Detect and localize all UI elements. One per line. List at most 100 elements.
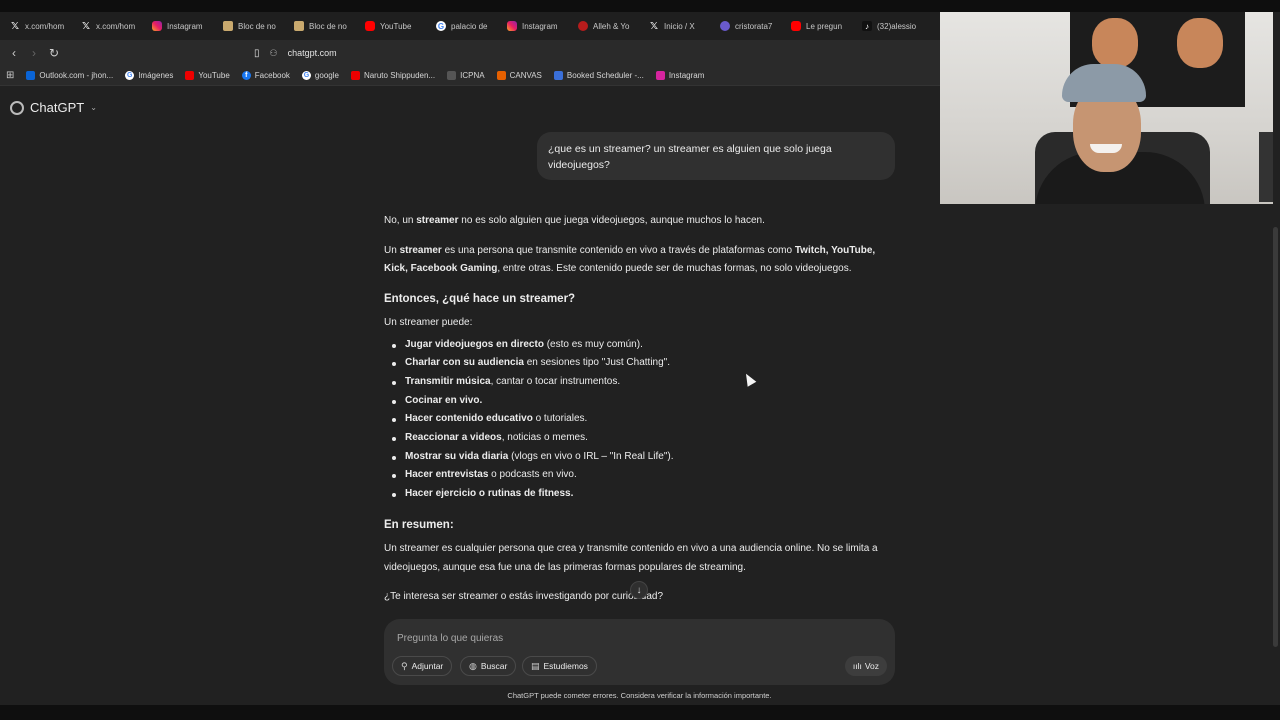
search-button[interactable]: ◍ Buscar <box>460 656 517 676</box>
tab-label: Bloc de no <box>238 21 276 31</box>
icpna-icon <box>447 71 457 80</box>
webcam-overlay <box>940 12 1273 204</box>
app-name: ChatGPT <box>30 100 85 115</box>
bookmark-item[interactable]: ICPNA <box>447 71 485 80</box>
voice-button[interactable]: ıılı Voz <box>844 656 887 676</box>
list-item: Reaccionar a videos, noticias o memes. <box>384 429 879 448</box>
bookmark-item[interactable]: CANVAS <box>496 71 542 80</box>
openai-logo-icon <box>10 100 24 115</box>
list-item: Jugar videojuegos en directo (esto es mu… <box>384 336 879 355</box>
browser-tab[interactable]: Instagram <box>501 12 572 40</box>
window-top-strip <box>0 0 1280 12</box>
youtube-icon <box>791 21 801 31</box>
bookmark-label: Instagram <box>668 71 705 80</box>
bookmark-label: Booked Scheduler -... <box>566 71 644 80</box>
list-item: Hacer entrevistas o podcasts en vivo. <box>384 466 879 485</box>
browser-tab[interactable]: Instagram <box>146 12 217 40</box>
site-info-icon[interactable]: ⚇ <box>270 48 278 59</box>
bookmark-item[interactable]: Instagram <box>655 71 705 80</box>
tab-strip: 𝕏x.com/hom 𝕏x.com/hom Instagram Bloc de no B… <box>0 12 940 40</box>
bookmark-label: ICPNA <box>460 71 485 80</box>
browser-tab[interactable]: 𝕏x.com/hom <box>4 12 75 40</box>
bookmark-item[interactable]: G Imágenes <box>125 71 173 80</box>
reload-button[interactable]: ↻ <box>44 43 64 63</box>
browser-tab[interactable]: ♪ (32)alessio <box>856 12 927 40</box>
browser-tab[interactable]: Le pregun <box>785 12 856 40</box>
google-icon: G <box>436 21 446 31</box>
tab-label: cristorata7 <box>735 21 773 31</box>
note-icon <box>223 21 233 31</box>
apps-icon[interactable]: ⊞ <box>6 70 14 81</box>
tab-label: (32)alessio <box>877 21 917 31</box>
url-box[interactable]: ▯ ⚇ chatgpt.com <box>254 48 337 59</box>
answer-summary: Un streamer es cualquier persona que cre… <box>384 543 878 573</box>
instagram-icon <box>655 71 665 80</box>
tab-label: Bloc de no <box>309 21 347 31</box>
browser-tab[interactable]: YouTube <box>359 12 430 40</box>
answer-paragraph-2: Un streamer es una persona que transmite… <box>384 244 876 275</box>
bookmark-item[interactable]: Booked Scheduler -... <box>553 71 644 80</box>
url-text: chatgpt.com <box>287 48 337 58</box>
bookmark-label: Facebook <box>254 71 290 80</box>
facebook-icon: f <box>241 71 251 80</box>
list-item: Mostrar su vida diaria (vlogs en vivo o … <box>384 448 879 467</box>
x-icon: 𝕏 <box>649 20 659 32</box>
prompt-input[interactable] <box>397 629 797 647</box>
tab-label: Inicio / X <box>664 21 695 31</box>
tab-label: YouTube <box>380 21 412 31</box>
youtube-icon <box>185 71 195 80</box>
chevron-down-icon: ⌄ <box>90 103 97 112</box>
browser-tab[interactable]: Alleh & Yo <box>572 12 643 40</box>
note-icon <box>294 21 304 31</box>
youtube-icon <box>365 21 375 31</box>
tab-label: Alleh & Yo <box>593 21 630 31</box>
browser-tab[interactable]: Bloc de no <box>217 12 288 40</box>
address-bar: ‹ › ↻ ▯ ⚇ chatgpt.com <box>0 40 940 66</box>
list-item: Cocinar en vivo. <box>384 392 879 411</box>
browser-tab[interactable]: Gpalacio de <box>430 12 501 40</box>
bookmark-label: CANVAS <box>509 71 542 80</box>
bookmark-label: YouTube <box>198 71 230 80</box>
browser-tab[interactable]: 𝕏 Inicio / X <box>643 12 714 40</box>
user-message: ¿que es un streamer? un streamer es algu… <box>537 132 895 180</box>
background-object <box>1259 132 1273 202</box>
answer-heading-2: En resumen: <box>384 518 454 531</box>
person-smile <box>1090 144 1122 153</box>
outlook-icon <box>26 71 36 80</box>
waveform-icon: ıılı <box>852 661 862 671</box>
composer: ⚲Adjuntar ◍Buscar ▤Estudiemos ıılıVoz <box>384 619 895 685</box>
tab-label: Instagram <box>167 21 203 31</box>
list-item: Charlar con su audiencia en sesiones tip… <box>384 354 879 373</box>
bookmark-item[interactable]: Naruto Shippuden... <box>350 71 435 80</box>
list-item: Hacer ejercicio o rutinas de fitness. <box>384 485 879 504</box>
back-button[interactable]: ‹ <box>4 43 24 63</box>
bookmark-label: Outlook.com - jhon... <box>39 71 114 80</box>
window-bottom-strip <box>0 705 1280 720</box>
browser-tab[interactable]: 𝕏x.com/hom <box>75 12 146 40</box>
bookmark-item[interactable]: f Facebook <box>241 71 290 80</box>
tab-label: Le pregun <box>806 21 843 31</box>
browser-tab[interactable]: cristorata7 <box>714 12 785 40</box>
model-selector[interactable]: ChatGPT ⌄ <box>10 100 97 115</box>
canvas-icon <box>496 71 506 80</box>
disclaimer: ChatGPT puede cometer errores. Considera… <box>507 691 772 700</box>
bookmark-item[interactable]: Outlook.com - jhon... <box>26 71 113 80</box>
google-icon: G <box>125 71 135 80</box>
youtube-icon <box>350 71 360 80</box>
browser-tab[interactable]: Bloc de no <box>288 12 359 40</box>
bookmark-item[interactable]: Ggoogle <box>301 71 339 80</box>
google-icon: G <box>301 71 311 80</box>
page-scrollbar[interactable] <box>1273 227 1278 647</box>
bookmark-item[interactable]: YouTube <box>185 71 230 80</box>
bookmark-label: google <box>314 71 339 80</box>
x-icon: 𝕏 <box>10 20 20 32</box>
scroll-down-button[interactable]: ↓ <box>630 581 648 599</box>
forward-button[interactable]: › <box>24 43 44 63</box>
bookmark-icon[interactable]: ▯ <box>254 48 260 59</box>
bookmarks-bar: ⊞ Outlook.com - jhon... G Imágenes YouTube f… <box>0 66 940 86</box>
instagram-icon <box>507 21 517 31</box>
study-button[interactable]: ▤ Estudiemos <box>522 656 597 676</box>
answer-intro: Un streamer puede: <box>384 317 473 328</box>
tab-label: x.com/hom <box>25 21 65 31</box>
attach-button[interactable]: ⚲ Adjuntar <box>392 656 453 676</box>
